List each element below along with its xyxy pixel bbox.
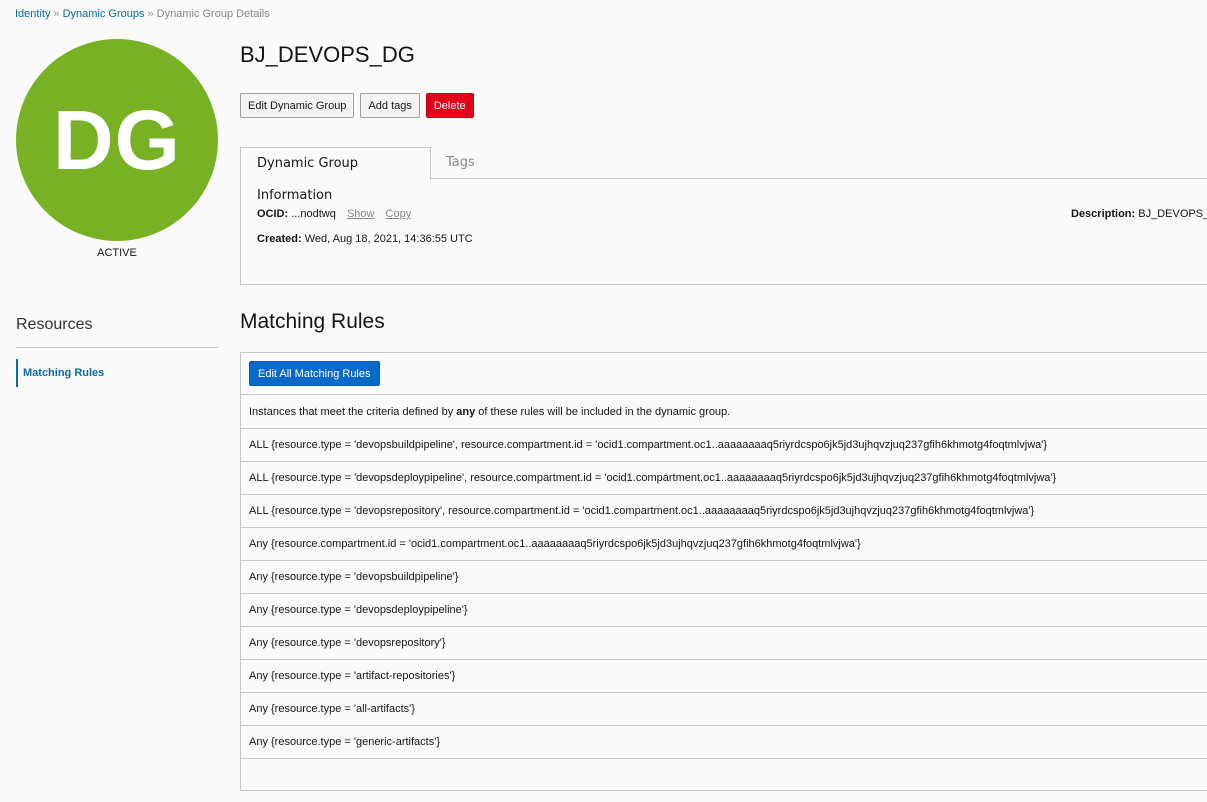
breadcrumb: Identity» Dynamic Groups» Dynamic Group De… bbox=[15, 8, 270, 20]
add-tags-button[interactable]: Add tags bbox=[360, 93, 420, 118]
rule-row: ALL {resource.type = 'devopsbuildpipelin… bbox=[241, 428, 1207, 461]
rule-row: Any {resource.type = 'artifact-repositor… bbox=[241, 659, 1207, 692]
tab-dynamic-group-information[interactable]: Dynamic Group Information bbox=[240, 147, 431, 203]
description-label: Description: bbox=[1071, 208, 1136, 220]
matching-rules-title: Matching Rules bbox=[240, 310, 385, 333]
breadcrumb-dynamic-groups-link[interactable]: Dynamic Groups bbox=[63, 8, 145, 20]
resources-divider bbox=[16, 347, 218, 348]
created-value: Wed, Aug 18, 2021, 14:36:55 UTC bbox=[304, 233, 473, 245]
edit-dynamic-group-button[interactable]: Edit Dynamic Group bbox=[240, 93, 355, 118]
resources-item-matching-rules[interactable]: Matching Rules bbox=[16, 359, 218, 387]
breadcrumb-separator: » bbox=[147, 8, 154, 20]
edit-all-matching-rules-button[interactable]: Edit All Matching Rules bbox=[249, 361, 380, 386]
ocid-copy-link[interactable]: Copy bbox=[386, 208, 412, 220]
breadcrumb-current: Dynamic Group Details bbox=[156, 8, 270, 20]
rule-list: ALL {resource.type = 'devopsbuildpipelin… bbox=[241, 428, 1207, 791]
ocid-show-link[interactable]: Show bbox=[347, 208, 375, 220]
delete-button[interactable]: Delete bbox=[425, 93, 474, 118]
intro-text-before: Instances that meet the criteria defined… bbox=[249, 406, 457, 418]
rule-row: Any {resource.compartment.id = 'ocid1.co… bbox=[241, 527, 1207, 560]
page-title: BJ_DEVOPS_DG bbox=[240, 42, 415, 67]
breadcrumb-identity-link[interactable]: Identity bbox=[15, 8, 50, 20]
rule-row: ALL {resource.type = 'devopsdeploypipeli… bbox=[241, 461, 1207, 494]
rule-row: ALL {resource.type = 'devopsrepository',… bbox=[241, 494, 1207, 527]
matching-rules-intro: Instances that meet the criteria defined… bbox=[241, 394, 1207, 428]
info-panel: OCID: ...nodtwq Show Copy Created: Wed, … bbox=[240, 178, 1207, 285]
rule-row-empty bbox=[241, 758, 1207, 791]
description-value: BJ_DEVOPS_ bbox=[1138, 208, 1207, 220]
rule-row: Any {resource.type = 'generic-artifacts'… bbox=[241, 725, 1207, 758]
tab-tags[interactable]: Tags bbox=[446, 147, 475, 179]
breadcrumb-separator: » bbox=[53, 8, 60, 20]
rule-row: Any {resource.type = 'devopsbuildpipelin… bbox=[241, 560, 1207, 593]
created-label: Created: bbox=[257, 233, 302, 245]
resources-title: Resources bbox=[16, 316, 93, 333]
action-toolbar: Edit Dynamic Group Add tags Delete bbox=[240, 93, 474, 118]
ocid-value: ...nodtwq bbox=[291, 208, 336, 220]
rule-row: Any {resource.type = 'devopsrepository'} bbox=[241, 626, 1207, 659]
ocid-row: OCID: ...nodtwq Show Copy bbox=[257, 208, 411, 220]
intro-text-bold: any bbox=[456, 406, 476, 418]
description-row: Description: BJ_DEVOPS_ bbox=[1071, 208, 1207, 220]
rule-row: Any {resource.type = 'devopsdeploypipeli… bbox=[241, 593, 1207, 626]
avatar-initials: DG bbox=[53, 92, 181, 187]
matching-rules-panel: Edit All Matching Rules Instances that m… bbox=[240, 352, 1207, 791]
status-label: ACTIVE bbox=[97, 247, 137, 259]
avatar: DG bbox=[16, 39, 218, 241]
intro-text-after: of these rules will be included in the d… bbox=[475, 406, 731, 418]
created-row: Created: Wed, Aug 18, 2021, 14:36:55 UTC bbox=[257, 233, 473, 245]
ocid-label: OCID: bbox=[257, 208, 289, 220]
rule-row: Any {resource.type = 'all-artifacts'} bbox=[241, 692, 1207, 725]
tab-bar: Dynamic Group Information Tags bbox=[240, 147, 1207, 203]
